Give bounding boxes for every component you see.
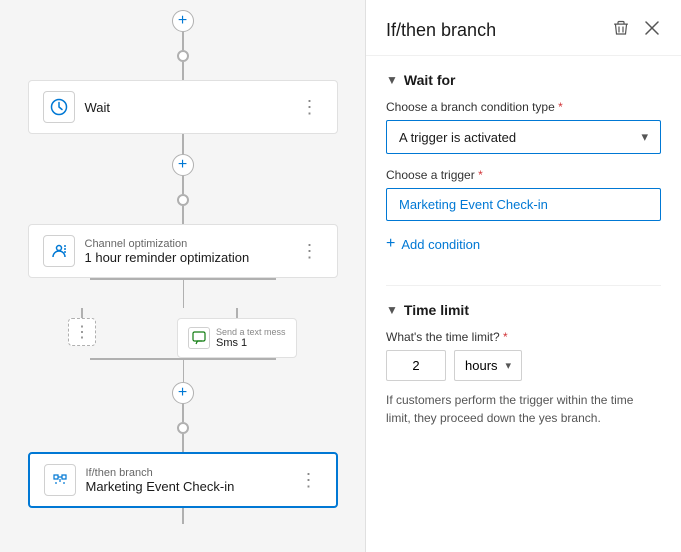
condition-type-dropdown[interactable]: A trigger is activated ▾ xyxy=(386,120,661,154)
channel-opt-label: Channel optimization xyxy=(85,238,287,250)
section-header-waitfor: ▼ Wait for xyxy=(386,72,661,88)
delete-button[interactable] xyxy=(611,18,631,43)
panel-title: If/then branch xyxy=(386,20,496,41)
section-header-timelimit: ▼ Time limit xyxy=(386,302,661,318)
time-unit-value: hours xyxy=(465,358,498,373)
channel-opt-title: 1 hour reminder optimization xyxy=(85,250,287,265)
wait-card-menu[interactable]: ⋮ xyxy=(297,97,323,118)
ifthen-label: If/then branch xyxy=(86,467,286,479)
sms-title: Sms 1 xyxy=(216,337,286,349)
sms-card-content: Send a text mess Sms 1 xyxy=(216,327,286,349)
chevron-timelimit: ▼ xyxy=(386,303,398,317)
ifthen-title: Marketing Event Check-in xyxy=(86,479,286,494)
wait-icon xyxy=(43,91,75,123)
time-limit-section: ▼ Time limit What's the time limit? * ho… xyxy=(366,286,681,443)
channel-icon xyxy=(43,235,75,267)
ifthen-menu[interactable]: ⋮ xyxy=(296,470,322,491)
chevron-down-icon: ▾ xyxy=(641,129,648,145)
condition-type-label: Choose a branch condition type * xyxy=(386,100,661,114)
ifthen-icon xyxy=(44,464,76,496)
trigger-label: Choose a trigger * xyxy=(386,168,661,182)
right-panel: If/then branch ▼ Wait xyxy=(365,0,681,552)
connector-circle-1 xyxy=(177,50,189,62)
connector-circle-3 xyxy=(177,422,189,434)
panel-header-icons xyxy=(611,18,661,43)
time-unit-dropdown[interactable]: hours ▾ xyxy=(454,350,522,381)
section-title-waitfor: Wait for xyxy=(404,72,456,88)
wait-card-content: Wait xyxy=(85,100,287,115)
ifthen-card-content: If/then branch Marketing Event Check-in xyxy=(86,467,286,494)
flow-canvas: + Wait ⋮ + xyxy=(0,0,365,552)
wait-for-section: ▼ Wait for Choose a branch condition typ… xyxy=(366,56,681,285)
time-description: If customers perform the trigger within … xyxy=(386,391,661,427)
sms-card[interactable]: Send a text mess Sms 1 xyxy=(177,318,297,358)
sms-label: Send a text mess xyxy=(216,327,286,337)
panel-header: If/then branch xyxy=(366,0,681,56)
chevron-unit-icon: ▾ xyxy=(506,359,512,372)
sms-icon xyxy=(188,327,210,349)
add-condition-label: Add condition xyxy=(401,237,480,252)
channel-opt-card-content: Channel optimization 1 hour reminder opt… xyxy=(85,238,287,265)
add-button-top[interactable]: + xyxy=(172,10,194,32)
ifthen-card[interactable]: If/then branch Marketing Event Check-in … xyxy=(28,452,338,508)
time-number-input[interactable] xyxy=(386,350,446,381)
channel-opt-menu[interactable]: ⋮ xyxy=(297,241,323,262)
time-limit-question: What's the time limit? * xyxy=(386,330,661,344)
wait-card-title: Wait xyxy=(85,100,287,115)
connector-circle-2 xyxy=(177,194,189,206)
chevron-waitfor: ▼ xyxy=(386,73,398,87)
channel-opt-card[interactable]: Channel optimization 1 hour reminder opt… xyxy=(28,224,338,278)
add-button-2[interactable]: + xyxy=(172,154,194,176)
condition-type-value: A trigger is activated xyxy=(399,130,516,145)
time-input-row: hours ▾ xyxy=(386,350,661,381)
wait-card[interactable]: Wait ⋮ xyxy=(28,80,338,134)
branch-dots-left[interactable]: ⋮ xyxy=(68,318,96,346)
plus-icon: + xyxy=(386,235,395,253)
section-title-timelimit: Time limit xyxy=(404,302,469,318)
trigger-input[interactable] xyxy=(386,188,661,221)
add-button-3[interactable]: + xyxy=(172,382,194,404)
add-condition-button[interactable]: + Add condition xyxy=(386,235,480,253)
close-button[interactable] xyxy=(643,19,661,42)
